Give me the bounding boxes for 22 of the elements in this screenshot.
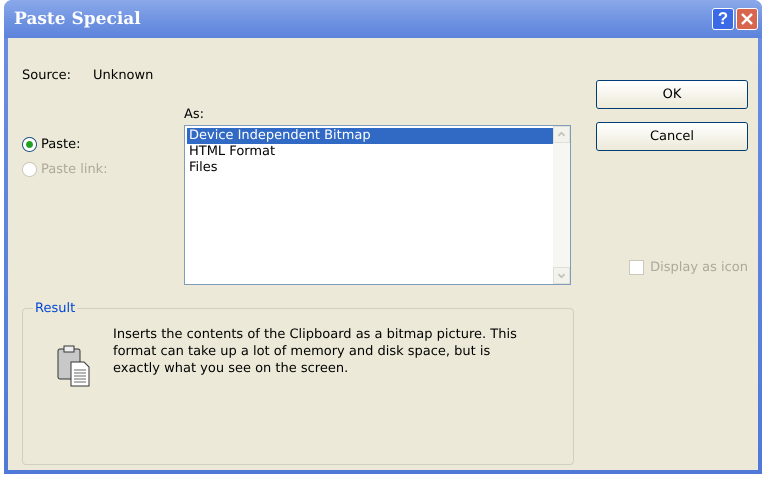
window-title: Paste Special xyxy=(14,9,142,29)
source-value: Unknown xyxy=(93,68,154,83)
dialog-button[interactable]: Cancel xyxy=(596,122,748,151)
as-label: As: xyxy=(184,107,206,122)
list-item[interactable]: HTML Format xyxy=(187,144,553,160)
scroll-down-icon[interactable] xyxy=(553,267,570,284)
format-list[interactable]: Device Independent Bitmap HTML Format Files xyxy=(184,125,571,285)
result-description: Inserts the contents of the Clipboard as a bitmap picture. This format can take up a lot of memory and disk space, but is exactly what you see on the screen. xyxy=(113,326,518,378)
radio-label: Paste link: xyxy=(41,162,108,177)
list-item[interactable]: Device Independent Bitmap xyxy=(187,128,553,144)
dialog-button[interactable]: OK xyxy=(596,80,748,109)
checkbox-label: Display as icon xyxy=(650,260,748,275)
close-button[interactable] xyxy=(736,8,758,30)
close-icon xyxy=(741,13,753,25)
scroll-up-icon[interactable] xyxy=(553,126,570,143)
radio-button[interactable] xyxy=(22,137,37,152)
radio-label: Paste: xyxy=(41,137,80,152)
list-item[interactable]: Files xyxy=(187,160,553,176)
help-button[interactable]: ? xyxy=(712,8,734,30)
result-title: Result xyxy=(34,301,76,316)
clipboard-icon xyxy=(57,344,91,388)
source-label: Source: xyxy=(22,68,72,83)
